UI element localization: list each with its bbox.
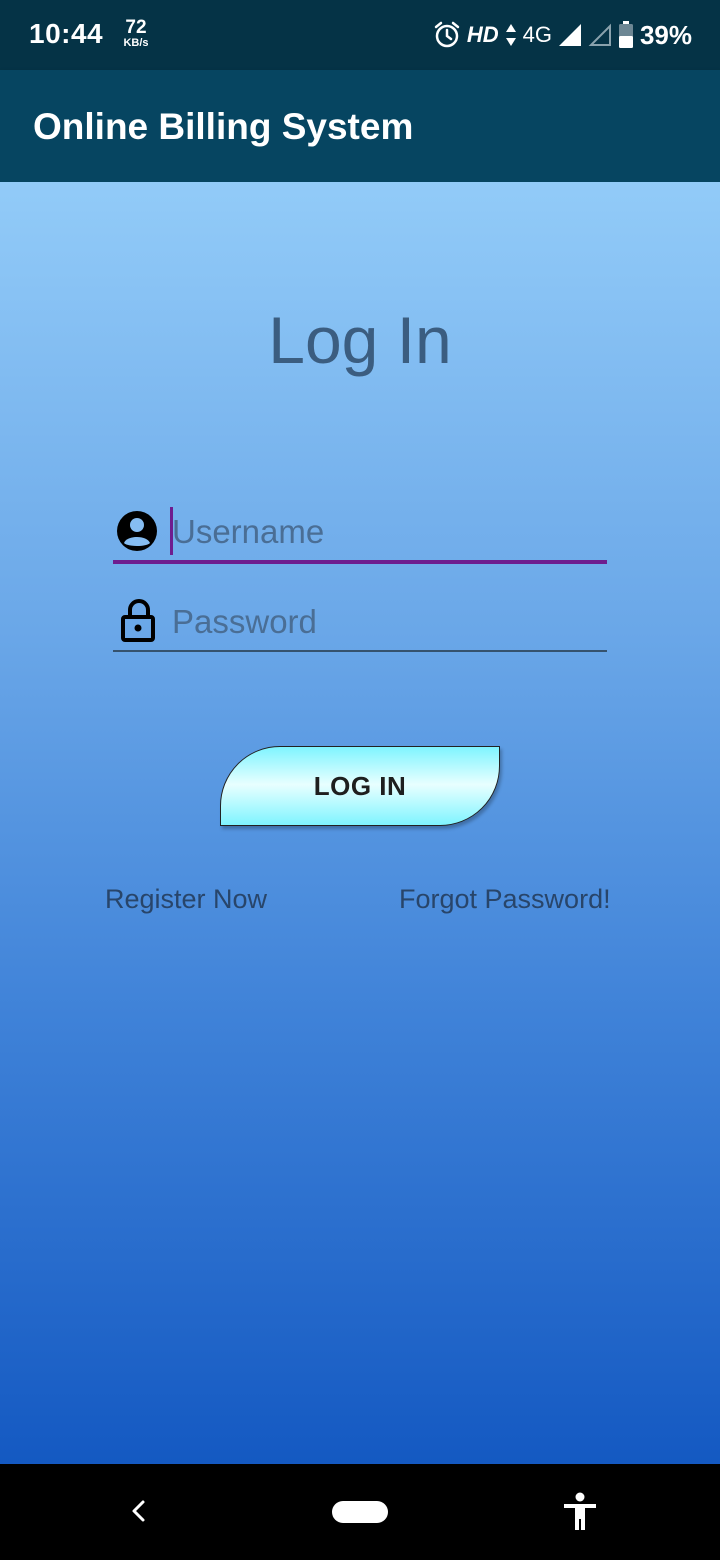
signal-empty-icon [588,23,611,46]
home-pill-icon[interactable] [332,1501,388,1523]
register-link[interactable]: Register Now [105,884,267,915]
username-underline [113,560,607,564]
status-icons: HD 4G 39% [433,16,692,54]
network-speed-value: 72 [125,17,147,38]
app-bar: Online Billing System [0,70,720,182]
forgot-password-link[interactable]: Forgot Password! [399,884,611,915]
password-field[interactable] [113,594,607,652]
data-arrows-icon [505,24,516,46]
lock-icon [121,599,155,642]
battery-percentage: 39% [639,19,692,50]
login-button[interactable]: LOG IN [220,746,500,826]
network-speed: 72 KB/s [118,18,154,49]
network-type: 4G [522,22,552,47]
account-circle-icon [117,511,157,551]
login-screen: Log In LOG IN Register Now Forgot Passwo… [0,182,720,1464]
network-speed-unit: KB/s [123,37,149,49]
hd-indicator: HD [466,22,499,47]
page-title: Log In [268,303,452,377]
accessibility-icon[interactable] [562,1492,598,1532]
battery-icon [618,21,633,48]
app-title: Online Billing System [33,106,414,147]
username-field[interactable] [113,504,607,564]
status-time: 10:44 [29,18,104,49]
back-icon[interactable] [124,1496,154,1526]
alarm-icon [434,21,460,48]
password-input[interactable] [172,598,592,646]
username-input[interactable] [172,508,592,556]
password-underline [113,650,607,652]
signal-icon [558,24,581,46]
status-bar: 10:44 72 KB/s HD 4G 39% [0,0,720,70]
system-nav-bar [0,1464,720,1560]
